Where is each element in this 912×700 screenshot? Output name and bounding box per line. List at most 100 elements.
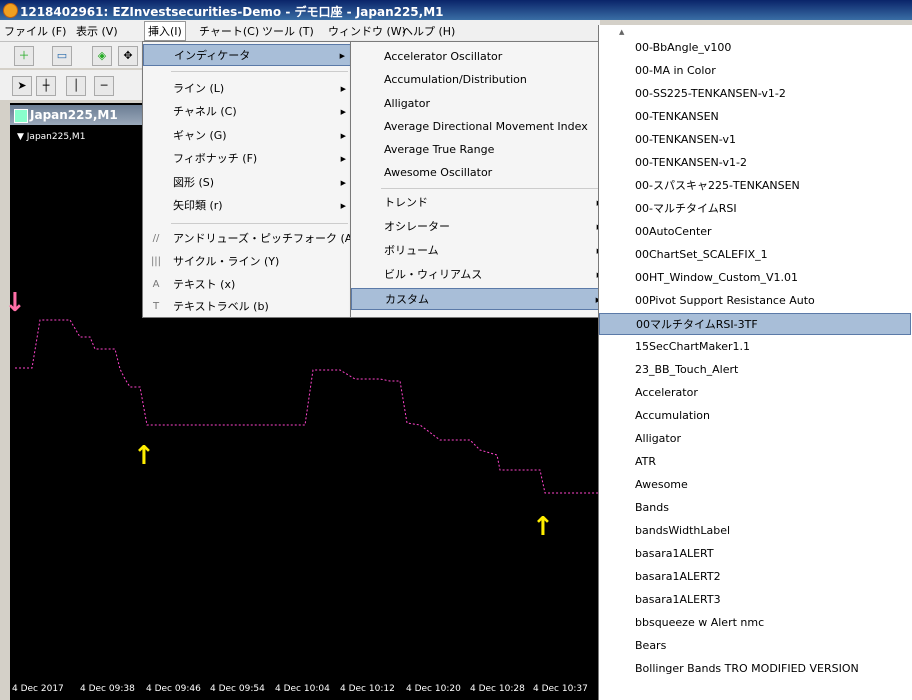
menu-item-cycle-lines[interactable]: ||| サイクル・ライン (Y) bbox=[143, 251, 352, 273]
custom-indicator-item[interactable]: Bands bbox=[599, 497, 911, 519]
menu-item-gann[interactable]: ギャン (G) ▶ bbox=[143, 125, 352, 147]
custom-indicator-label: 00ChartSet_SCALEFIX_1 bbox=[635, 248, 768, 261]
custom-indicator-item[interactable]: 15SecChartMaker1.1 bbox=[599, 336, 911, 358]
menu-item-text[interactable]: A テキスト (x) bbox=[143, 274, 352, 296]
pitchfork-icon: // bbox=[152, 233, 160, 244]
custom-indicator-item[interactable]: bandsWidthLabel bbox=[599, 520, 911, 542]
custom-indicator-item[interactable]: 00-TENKANSEN bbox=[599, 106, 911, 128]
custom-indicator-label: 00AutoCenter bbox=[635, 225, 712, 238]
menu-file[interactable]: ファイル (F) bbox=[4, 23, 66, 39]
custom-indicator-item[interactable]: 23_BB_Touch_Alert bbox=[599, 359, 911, 381]
time-tick: 4 Dec 2017 bbox=[12, 684, 64, 694]
toolbar: ＋ ▭ ◈ ✥ bbox=[0, 42, 145, 68]
text-label-icon: T bbox=[152, 301, 160, 312]
custom-indicator-label: ATR bbox=[635, 455, 657, 468]
time-tick: 4 Dec 10:37 bbox=[533, 684, 588, 694]
menu-item-indicators[interactable]: インディケータ ▶ bbox=[143, 44, 352, 66]
menu-item-volume[interactable]: ボリューム▶ bbox=[351, 240, 608, 262]
menu-tools[interactable]: ツール (T) bbox=[262, 23, 314, 39]
menu-chart[interactable]: チャート(C) bbox=[199, 23, 259, 39]
custom-indicator-label: Awesome bbox=[635, 478, 688, 491]
custom-indicator-label: 00-TENKANSEN-v1-2 bbox=[635, 156, 747, 169]
menu-item-oscillators[interactable]: オシレーター▶ bbox=[351, 216, 608, 238]
chart-caption-title: Japan225,M1 bbox=[30, 108, 118, 122]
menu-help[interactable]: ヘルプ (H) bbox=[402, 23, 455, 39]
custom-indicator-item[interactable]: basara1ALERT2 bbox=[599, 566, 911, 588]
custom-indicator-item[interactable]: 00Pivot Support Resistance Auto bbox=[599, 290, 911, 312]
up-arrow-icon: ↑ bbox=[532, 512, 554, 542]
custom-indicator-label: basara1ALERT2 bbox=[635, 570, 721, 583]
menu-item-andrews-pitchfork[interactable]: //アンドリューズ・ピッチフォーク (A) bbox=[143, 228, 357, 250]
vertical-line-icon[interactable]: │ bbox=[66, 76, 86, 96]
custom-indicator-label: basara1ALERT bbox=[635, 547, 714, 560]
menu-insert[interactable]: 挿入(I) bbox=[144, 21, 186, 41]
menu-item-lines[interactable]: ライン (L) ▶ bbox=[143, 78, 352, 100]
custom-indicator-item[interactable]: 00-TENKANSEN-v1 bbox=[599, 129, 911, 151]
window-title: 1218402961: EZInvestsecurities-Demo - デモ… bbox=[20, 5, 444, 19]
submenu-arrow-icon: ▶ bbox=[340, 179, 346, 187]
custom-indicator-item[interactable]: 00-スパスキャ225-TENKANSEN bbox=[599, 175, 911, 197]
custom-indicator-label: Bollinger Bands TRO MODIFIED VERSION bbox=[635, 662, 859, 675]
menu-item-atr[interactable]: Average True Range bbox=[351, 139, 608, 161]
menu-bar: ファイル (F) 表示 (V) 挿入(I) チャート(C) ツール (T) ウィ… bbox=[0, 20, 600, 42]
app-icon bbox=[3, 3, 18, 18]
scroll-up-icon[interactable]: ▲ bbox=[619, 28, 624, 36]
market-watch-icon[interactable]: ◈ bbox=[92, 46, 112, 66]
menu-item-accelerator-oscillator[interactable]: Accelerator Oscillator bbox=[351, 46, 608, 68]
menu-view[interactable]: 表示 (V) bbox=[76, 23, 118, 39]
menu-item-adx[interactable]: Average Directional Movement Index bbox=[351, 116, 608, 138]
profiles-icon[interactable]: ▭ bbox=[52, 46, 72, 66]
custom-indicator-item[interactable]: 00-マルチタイムRSI bbox=[599, 198, 911, 220]
crosshair-icon[interactable]: ┼ bbox=[36, 76, 56, 96]
custom-indicator-item[interactable]: 00AutoCenter bbox=[599, 221, 911, 243]
text-icon: A bbox=[152, 279, 160, 290]
cursor-icon[interactable]: ➤ bbox=[12, 76, 32, 96]
custom-indicator-label: 00-TENKANSEN-v1 bbox=[635, 133, 736, 146]
navigator-icon[interactable]: ✥ bbox=[118, 46, 138, 66]
custom-indicator-item[interactable]: 00-BbAngle_v100 bbox=[599, 37, 911, 59]
custom-indicator-item[interactable]: Accelerator bbox=[599, 382, 911, 404]
custom-indicator-item[interactable]: basara1ALERT bbox=[599, 543, 911, 565]
custom-indicator-item[interactable]: bbsqueeze w Alert nmc bbox=[599, 612, 911, 634]
custom-indicator-item[interactable]: Bears bbox=[599, 635, 911, 657]
menu-item-arrows[interactable]: 矢印類 (r) ▶ bbox=[143, 195, 352, 217]
menu-window[interactable]: ウィンドウ (W) bbox=[328, 23, 406, 39]
chart-caption: Japan225,M1 bbox=[10, 105, 145, 125]
menu-item-fibonacci[interactable]: フィボナッチ (F) ▶ bbox=[143, 148, 352, 170]
custom-indicator-item[interactable]: Bollinger Bands TRO MODIFIED VERSION bbox=[599, 658, 911, 680]
custom-indicator-label: 00-MA in Color bbox=[635, 64, 716, 77]
submenu-arrow-icon: ▶ bbox=[340, 85, 346, 93]
custom-indicators-submenu: ▲ 00-BbAngle_v100 00-MA in Color 00-SS225-… bbox=[598, 25, 912, 700]
menu-separator bbox=[381, 188, 604, 189]
menu-item-bill-williams[interactable]: ビル・ウィリアムス▶ bbox=[351, 264, 608, 286]
time-tick: 4 Dec 10:28 bbox=[470, 684, 525, 694]
custom-indicator-item[interactable]: Awesome bbox=[599, 474, 911, 496]
menu-item-shapes[interactable]: 図形 (S) ▶ bbox=[143, 172, 352, 194]
custom-indicator-label: 00Pivot Support Resistance Auto bbox=[635, 294, 815, 307]
menu-item-alligator[interactable]: Alligator bbox=[351, 93, 608, 115]
menu-item-awesome-oscillator[interactable]: Awesome Oscillator bbox=[351, 162, 608, 184]
menu-item-text-label[interactable]: T テキストラベル (b) bbox=[143, 296, 352, 318]
custom-indicator-item[interactable]: basara1ALERT3 bbox=[599, 589, 911, 611]
menu-item-accumulation-distribution[interactable]: Accumulation/Distribution bbox=[351, 69, 608, 91]
custom-indicator-item[interactable]: 00-TENKANSEN-v1-2 bbox=[599, 152, 911, 174]
drawing-toolbar: ➤ ┼ │ ─ bbox=[0, 70, 145, 100]
custom-indicator-item[interactable]: Accumulation bbox=[599, 405, 911, 427]
menu-item-trend[interactable]: トレンド▶ bbox=[351, 192, 608, 214]
horizontal-line-icon[interactable]: ─ bbox=[94, 76, 114, 96]
custom-indicator-item[interactable]: 00-SS225-TENKANSEN-v1-2 bbox=[599, 83, 911, 105]
custom-indicator-item[interactable]: 00-MA in Color bbox=[599, 60, 911, 82]
custom-indicator-item[interactable]: Alligator bbox=[599, 428, 911, 450]
menu-item-channels[interactable]: チャネル (C) ▶ bbox=[143, 101, 352, 123]
custom-indicator-item[interactable]: 00HT_Window_Custom_V1.01 bbox=[599, 267, 911, 289]
custom-indicator-label: bandsWidthLabel bbox=[635, 524, 731, 537]
custom-indicator-label: 00-スパスキャ225-TENKANSEN bbox=[635, 179, 800, 192]
new-chart-icon[interactable]: ＋ bbox=[14, 46, 34, 66]
custom-indicator-item[interactable]: ATR bbox=[599, 451, 911, 473]
time-tick: 4 Dec 10:04 bbox=[275, 684, 330, 694]
custom-indicator-item[interactable]: 00マルチタイムRSI-3TF bbox=[599, 313, 911, 335]
custom-indicator-label: 00-BbAngle_v100 bbox=[635, 41, 732, 54]
custom-indicator-label: 15SecChartMaker1.1 bbox=[635, 340, 751, 353]
custom-indicator-item[interactable]: 00ChartSet_SCALEFIX_1 bbox=[599, 244, 911, 266]
menu-item-custom[interactable]: カスタム▶ bbox=[351, 288, 608, 310]
